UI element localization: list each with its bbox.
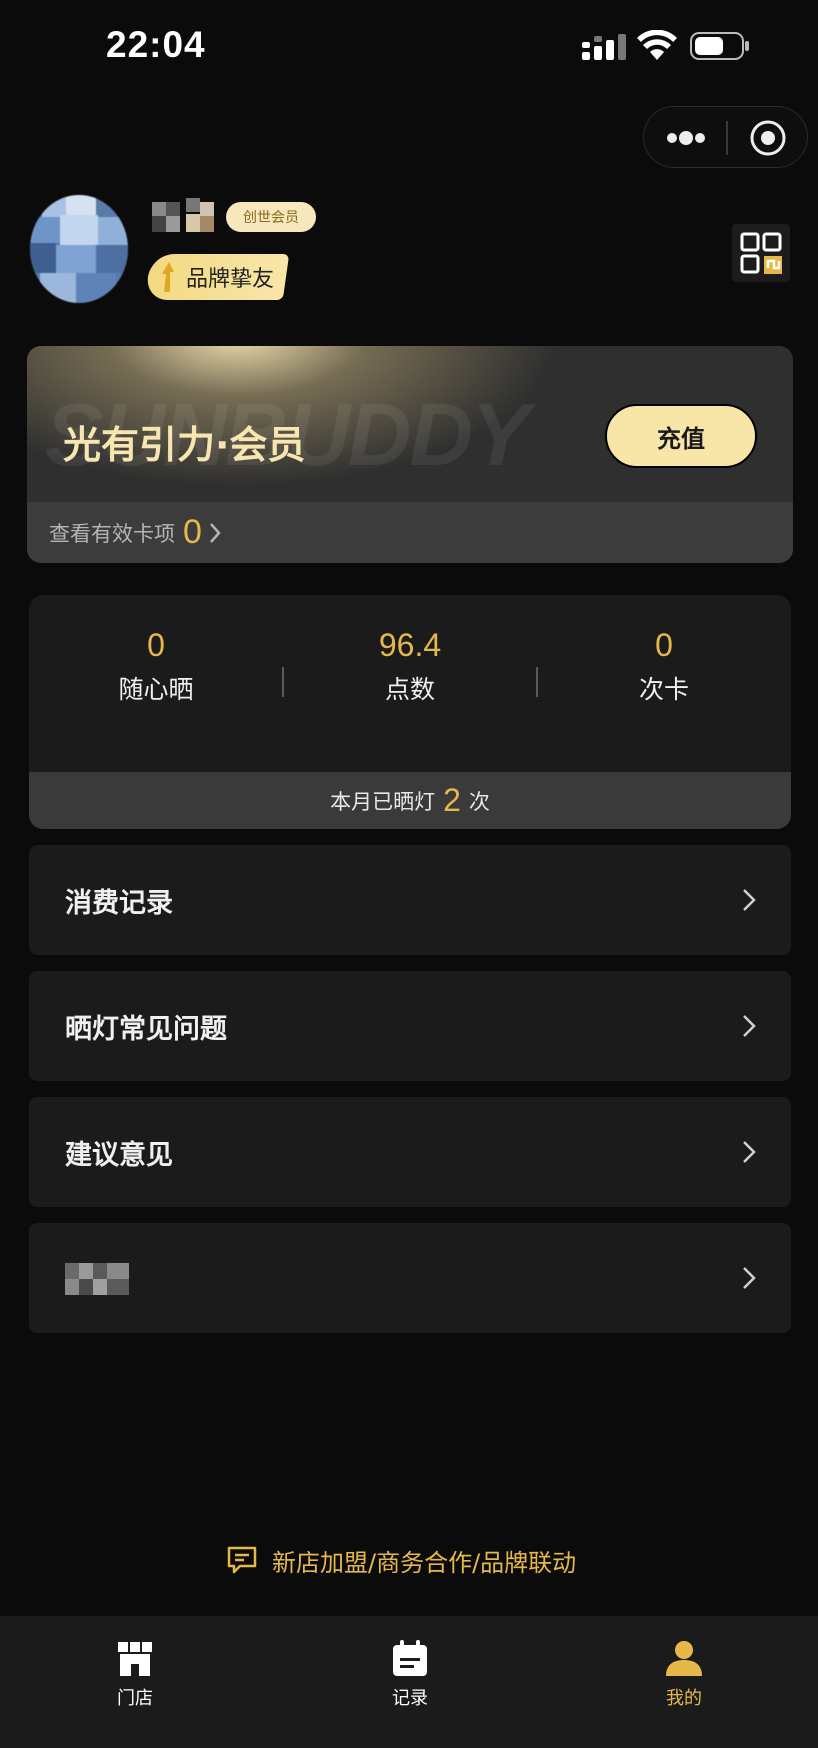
tab-mine[interactable]: 我的 (624, 1628, 744, 1718)
valid-items-link[interactable]: 查看有效卡项 0 (27, 502, 793, 563)
stat-value: 96.4 (378, 627, 442, 663)
stat-value: 0 (147, 627, 165, 663)
valid-items-label: 查看有效卡项 (49, 521, 175, 546)
tab-store[interactable]: 门店 (75, 1628, 195, 1718)
cellular-signal-icon (582, 34, 626, 60)
avatar[interactable] (30, 195, 128, 303)
more-options-icon[interactable] (666, 129, 706, 147)
qr-code-icon (740, 232, 782, 274)
founder-member-badge: 创世会员 (226, 202, 316, 232)
monthly-sessions-suffix: 次 (468, 789, 490, 814)
wifi-icon (637, 30, 677, 60)
mini-program-capsule (643, 106, 808, 168)
monthly-sessions-count: 2 (443, 782, 461, 818)
bottom-tab-bar: 门店 记录 我的 (0, 1616, 818, 1748)
chevron-right-icon (743, 889, 756, 911)
menu-item-label: 消费记录 (65, 888, 173, 919)
menu-item-feedback[interactable]: 建议意见 (29, 1097, 791, 1207)
calendar-icon (393, 1640, 427, 1676)
chevron-right-icon (743, 1141, 756, 1163)
stat-label: 点数 (384, 675, 435, 704)
stat-points[interactable]: 96.4 点数 (283, 627, 537, 706)
member-qr-code-button[interactable] (732, 224, 790, 282)
menu-item-blurred[interactable] (29, 1223, 791, 1333)
battery-icon (690, 32, 749, 60)
status-time: 22:04 (106, 24, 206, 65)
nickname-blurred (150, 198, 216, 238)
tab-label: 记录 (392, 1688, 428, 1709)
chat-icon (227, 1546, 257, 1574)
member-card-header: SUNBUDDY 光有引力·会员 充值 (27, 346, 793, 502)
recharge-button[interactable]: 充值 (605, 404, 757, 468)
menu-item-faq[interactable]: 晒灯常见问题 (29, 971, 791, 1081)
stat-label: 次卡 (638, 675, 689, 704)
tab-records[interactable]: 记录 (350, 1628, 470, 1718)
stat-label: 随心晒 (118, 675, 194, 704)
monthly-sessions-summary: 本月已晒灯 2 次 (29, 772, 791, 829)
chevron-right-icon (743, 1015, 756, 1037)
membership-title: 光有引力·会员 (63, 423, 306, 467)
chevron-right-icon (209, 522, 221, 543)
menu-item-label: 晒灯常见问题 (65, 1014, 227, 1045)
valid-items-count: 0 (183, 513, 202, 551)
medal-icon (162, 262, 174, 292)
store-icon (118, 1642, 152, 1676)
capsule-divider (726, 121, 728, 155)
stat-free-tanning[interactable]: 0 随心晒 (29, 627, 283, 706)
tier-badge: 品牌挚友 (144, 254, 290, 300)
tier-label: 品牌挚友 (186, 267, 275, 292)
monthly-sessions-prefix: 本月已晒灯 (330, 789, 436, 814)
business-contact-text: 新店加盟/商务合作/品牌联动 (272, 1548, 577, 1577)
stat-session-card[interactable]: 0 次卡 (537, 627, 791, 706)
menu-item-consumption-records[interactable]: 消费记录 (29, 845, 791, 955)
business-contact-link[interactable]: 新店加盟/商务合作/品牌联动 (226, 1540, 606, 1580)
stats-card: 0 随心晒 96.4 点数 0 次卡 本月已晒灯 2 次 (29, 595, 791, 829)
close-mini-program-icon[interactable] (749, 119, 787, 157)
status-bar: 22:04 (0, 0, 818, 96)
chevron-right-icon (743, 1267, 756, 1289)
tab-label: 我的 (666, 1688, 702, 1709)
user-icon (666, 1641, 702, 1676)
tab-label: 门店 (117, 1688, 153, 1709)
member-card: SUNBUDDY 光有引力·会员 充值 查看有效卡项 0 (27, 346, 793, 563)
menu-item-label: 建议意见 (65, 1140, 173, 1171)
blurred-menu-label (65, 1263, 129, 1295)
stat-value: 0 (655, 627, 673, 663)
